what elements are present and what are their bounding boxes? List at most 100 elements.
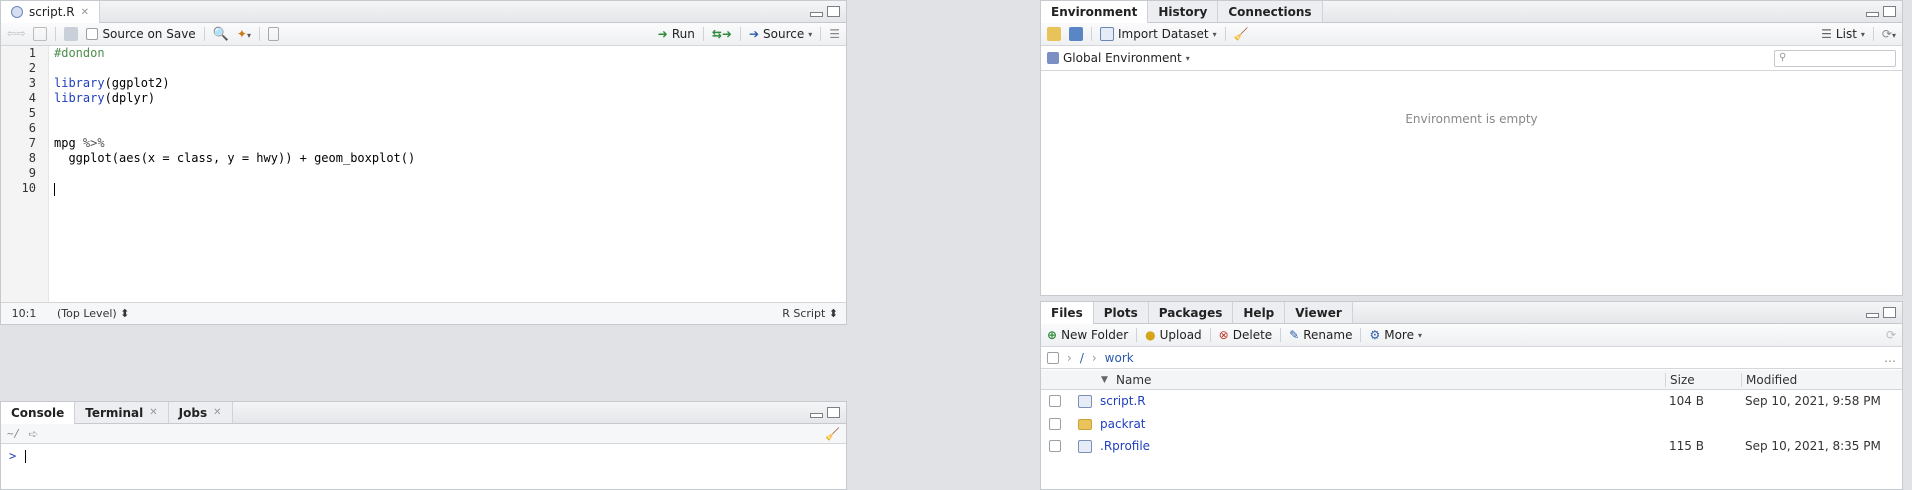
tab-packages[interactable]: Packages — [1148, 302, 1234, 323]
tab-plots[interactable]: Plots — [1093, 302, 1149, 323]
minimize-icon[interactable] — [810, 413, 823, 418]
code-token: ggplot(aes(x = class, y = hwy)) + geom_b… — [54, 151, 416, 165]
maximize-icon[interactable] — [827, 6, 840, 17]
breadcrumb-root[interactable]: / — [1080, 351, 1084, 365]
tab-script-r[interactable]: script.R ✕ — [1, 1, 100, 23]
breadcrumb-work[interactable]: work — [1105, 351, 1134, 365]
tab-environment[interactable]: Environment — [1041, 1, 1149, 23]
go-to-directory-icon[interactable]: ➪ — [28, 427, 38, 441]
minimize-icon[interactable] — [1866, 313, 1879, 318]
files-pane: Files Plots Packages Help Viewer ⊕ New F… — [1040, 301, 1903, 490]
file-checkbox[interactable] — [1049, 395, 1061, 407]
code-line[interactable] — [54, 61, 846, 76]
import-dataset-button[interactable]: Import Dataset ▾ — [1100, 27, 1217, 41]
code-line[interactable] — [54, 166, 846, 181]
source-on-save-toggle[interactable]: Source on Save — [86, 27, 196, 41]
view-mode-button[interactable]: ☰ List ▾ — [1821, 27, 1865, 41]
chevron-down-icon: ▾ — [1860, 29, 1865, 39]
chevron-down-icon[interactable]: ▾ — [808, 30, 812, 39]
scope-selector[interactable]: (Top Level) ⬍ — [57, 307, 129, 320]
maximize-icon[interactable] — [1883, 307, 1896, 318]
maximize-icon[interactable] — [1883, 6, 1896, 17]
file-name[interactable]: .Rprofile — [1100, 439, 1150, 453]
environment-search-input[interactable]: ⚲ — [1774, 49, 1896, 67]
tab-connections[interactable]: Connections — [1218, 1, 1323, 22]
file-row[interactable]: packrat — [1041, 413, 1902, 435]
line-number-gutter: 1 2 3 4 5 6 7 8 9 10 — [1, 46, 49, 302]
line-number: 10 — [21, 181, 36, 195]
line-number: 1 — [28, 46, 36, 60]
tab-viewer[interactable]: Viewer — [1285, 302, 1353, 323]
file-name[interactable]: packrat — [1100, 417, 1146, 431]
separator — [1136, 328, 1138, 342]
separator — [702, 27, 704, 41]
minimize-icon[interactable] — [1866, 12, 1879, 17]
file-name[interactable]: script.R — [1100, 394, 1146, 408]
tab-history[interactable]: History — [1148, 1, 1219, 22]
tab-help[interactable]: Help — [1233, 302, 1286, 323]
run-button[interactable]: ➜ Run — [658, 27, 695, 41]
refresh-icon[interactable]: ⟳▾ — [1882, 27, 1896, 41]
filetype-selector[interactable]: R Script ⬍ — [782, 307, 838, 320]
code-line[interactable]: ggplot(aes(x = class, y = hwy)) + geom_b… — [54, 151, 846, 166]
console-input[interactable]: > — [9, 449, 27, 463]
header-modified[interactable]: Modified — [1741, 372, 1797, 387]
separator — [1091, 27, 1092, 41]
source-toolbar: ⇦⇨ Source on Save 🔍 ✦▾ ➜ Run ⇆➜ ➔ Source… — [1, 23, 846, 46]
code-token: #dondon — [54, 46, 105, 60]
broom-icon[interactable]: 🧹 — [825, 427, 840, 441]
code-line[interactable] — [54, 121, 846, 136]
tab-console[interactable]: Console — [1, 402, 76, 424]
line-number: 5 — [28, 106, 36, 120]
source-button[interactable]: ➔ Source ▾ — [749, 27, 812, 41]
close-tab-icon[interactable]: ✕ — [213, 407, 221, 418]
new-folder-button[interactable]: ⊕ New Folder — [1047, 328, 1128, 342]
search-icon[interactable]: 🔍 — [213, 27, 229, 42]
refresh-icon[interactable]: ⟳ — [1886, 328, 1896, 342]
upload-button[interactable]: ● Upload — [1145, 328, 1202, 342]
open-folder-icon[interactable] — [1047, 27, 1061, 41]
file-checkbox[interactable] — [1049, 440, 1061, 452]
rerun-icon[interactable]: ⇆➜ — [712, 27, 732, 41]
file-checkbox[interactable] — [1049, 418, 1061, 430]
select-all-checkbox[interactable] — [1047, 351, 1059, 364]
code-line[interactable]: library(dplyr) — [54, 91, 846, 106]
code-editor[interactable]: #dondon library(ggplot2) library(dplyr) mpg… — [54, 46, 846, 302]
header-name[interactable]: Name — [1116, 373, 1151, 387]
code-line[interactable] — [54, 181, 846, 196]
tab-files[interactable]: Files — [1041, 302, 1094, 324]
outline-icon[interactable]: ☰ — [829, 27, 840, 41]
separator — [1280, 328, 1282, 342]
code-line[interactable]: library(ggplot2) — [54, 76, 846, 91]
source-on-save-checkbox[interactable] — [86, 28, 99, 40]
close-tab-icon[interactable]: ✕ — [81, 7, 89, 18]
separator — [55, 27, 57, 41]
tab-jobs[interactable]: Jobs ✕ — [168, 402, 233, 423]
header-size[interactable]: Size — [1665, 372, 1695, 387]
show-in-window-icon[interactable] — [33, 27, 48, 41]
file-row[interactable]: script.R 104 B Sep 10, 2021, 9:58 PM — [1041, 390, 1902, 412]
code-line[interactable] — [54, 106, 846, 121]
more-button[interactable]: ⚙ More ▾ — [1369, 328, 1422, 342]
back-arrow-icon[interactable]: ⇦⇨ — [7, 27, 25, 41]
separator — [203, 27, 205, 41]
delete-button[interactable]: ⊗ Delete — [1219, 328, 1273, 342]
tab-terminal[interactable]: Terminal ✕ — [75, 402, 169, 423]
close-tab-icon[interactable]: ✕ — [149, 407, 157, 418]
compile-report-icon[interactable] — [267, 27, 279, 41]
maximize-icon[interactable] — [827, 407, 840, 418]
sort-caret-icon: ▼ — [1101, 374, 1108, 385]
magic-wand-icon[interactable]: ✦▾ — [237, 27, 251, 41]
rename-button[interactable]: ✎ Rename — [1289, 328, 1352, 342]
minimize-icon[interactable] — [810, 12, 823, 17]
line-number: 4 — [28, 91, 36, 105]
working-directory: ~/ — [7, 427, 21, 440]
broom-icon[interactable]: 🧹 — [1234, 27, 1249, 41]
global-environment-selector[interactable]: Global Environment ▾ — [1047, 51, 1190, 65]
file-row[interactable]: .Rprofile 115 B Sep 10, 2021, 8:35 PM — [1041, 435, 1902, 457]
more-options-icon[interactable]: … — [1884, 351, 1896, 365]
code-line[interactable]: mpg %>% — [54, 136, 846, 151]
save-workspace-icon[interactable] — [1069, 27, 1083, 41]
save-icon[interactable] — [64, 27, 79, 41]
code-line[interactable]: #dondon — [54, 46, 846, 61]
